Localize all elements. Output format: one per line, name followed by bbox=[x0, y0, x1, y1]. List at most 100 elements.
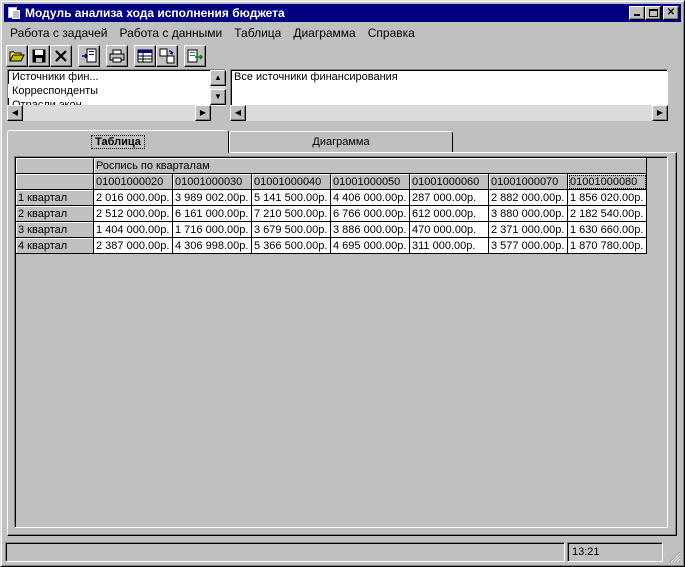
value-cell[interactable]: 5 141 500.00р. bbox=[251, 189, 331, 206]
group-header: Роспись по кварталам bbox=[93, 157, 647, 174]
list-item[interactable]: Корреспонденты bbox=[8, 84, 225, 98]
arrow-right-icon: ▶ bbox=[656, 108, 664, 117]
value-cell[interactable]: 1 404 000.00р. bbox=[93, 221, 173, 238]
selection-field[interactable]: Все источники финансирования bbox=[230, 69, 668, 106]
sources-hscroll[interactable]: ◀ ▶ bbox=[7, 105, 211, 121]
value-cell[interactable]: 5 366 500.00р. bbox=[251, 237, 331, 254]
value-cell[interactable]: 3 679 500.00р. bbox=[251, 221, 331, 238]
title-bar[interactable]: Модуль анализа хода исполнения бюджета ✕ bbox=[4, 4, 681, 22]
menu-data[interactable]: Работа с данными bbox=[113, 26, 228, 40]
scroll-left-button[interactable]: ◀ bbox=[230, 105, 246, 121]
selection-pane: Все источники финансирования ◀ ▶ bbox=[230, 69, 668, 121]
value-cell[interactable]: 6 766 000.00р. bbox=[330, 205, 410, 222]
tab-chart-label: Диаграмма bbox=[312, 136, 370, 148]
menu-bar: Работа с задачей Работа с данными Таблиц… bbox=[4, 23, 681, 42]
import-icon bbox=[82, 48, 97, 63]
pivot-button[interactable] bbox=[156, 45, 178, 67]
tab-table-label: Таблица bbox=[91, 135, 145, 149]
value-cell[interactable]: 287 000.00р. bbox=[409, 189, 489, 206]
status-time: 13:21 bbox=[567, 542, 663, 562]
value-cell[interactable]: 3 880 000.00р. bbox=[488, 205, 568, 222]
table-view-button[interactable] bbox=[134, 45, 156, 67]
value-cell[interactable]: 1 630 660.00р. bbox=[567, 221, 647, 238]
selection-value: Все источники финансирования bbox=[234, 71, 398, 83]
save-button[interactable] bbox=[28, 45, 50, 67]
close-button[interactable]: ✕ bbox=[663, 6, 679, 20]
arrow-left-icon: ◀ bbox=[11, 108, 19, 117]
value-cell[interactable]: 612 000.00р. bbox=[409, 205, 489, 222]
row-header[interactable]: 4 квартал bbox=[15, 237, 94, 254]
menu-chart[interactable]: Диаграмма bbox=[287, 26, 361, 40]
import-button[interactable] bbox=[78, 45, 100, 67]
menu-table[interactable]: Таблица bbox=[228, 26, 287, 40]
value-cell[interactable]: 2 512 000.00р. bbox=[93, 205, 173, 222]
table-row: 3 квартал 1 404 000.00р. 1 716 000.00р. … bbox=[15, 221, 647, 238]
row-header[interactable]: 3 квартал bbox=[15, 221, 94, 238]
scroll-right-button[interactable]: ▶ bbox=[195, 105, 211, 121]
value-cell[interactable]: 7 210 500.00р. bbox=[251, 205, 331, 222]
resize-grip-icon[interactable] bbox=[667, 549, 681, 563]
table-row: 4 квартал 2 387 000.00р. 4 306 998.00р. … bbox=[15, 237, 647, 254]
maximize-button[interactable] bbox=[645, 6, 661, 20]
minimize-button[interactable] bbox=[629, 6, 645, 20]
column-header[interactable]: 01001000040 bbox=[251, 173, 331, 190]
value-cell[interactable]: 1 870 780.00р. bbox=[567, 237, 647, 254]
row-header[interactable]: 2 квартал bbox=[15, 205, 94, 222]
value-cell[interactable]: 4 406 000.00р. bbox=[330, 189, 410, 206]
menu-help[interactable]: Справка bbox=[362, 26, 421, 40]
scroll-left-button[interactable]: ◀ bbox=[7, 105, 23, 121]
value-cell[interactable]: 1 856 020.00р. bbox=[567, 189, 647, 206]
row-header[interactable]: 1 квартал bbox=[15, 189, 94, 206]
value-cell[interactable]: 2 371 000.00р. bbox=[488, 221, 568, 238]
arrow-up-icon: ▲ bbox=[214, 73, 222, 82]
budget-table: Роспись по кварталам 01001000020 0100100… bbox=[15, 157, 647, 254]
close-icon: ✕ bbox=[666, 7, 676, 18]
column-header-row: 01001000020 01001000030 01001000040 0100… bbox=[15, 173, 647, 190]
print-icon bbox=[109, 49, 125, 63]
sources-vscroll[interactable]: ▲ ▼ bbox=[210, 70, 226, 105]
sources-pane: Источники фин... Корреспонденты Отрасли … bbox=[7, 69, 226, 121]
value-cell[interactable]: 4 695 000.00р. bbox=[330, 237, 410, 254]
value-cell[interactable]: 2 182 540.00р. bbox=[567, 205, 647, 222]
open-button[interactable] bbox=[6, 45, 28, 67]
column-header[interactable]: 01001000060 bbox=[409, 173, 489, 190]
value-cell[interactable]: 2 016 000.00р. bbox=[93, 189, 173, 206]
save-icon bbox=[32, 49, 46, 63]
column-header[interactable]: 01001000080 bbox=[567, 173, 647, 190]
value-cell[interactable]: 6 161 000.00р. bbox=[172, 205, 252, 222]
print-button[interactable] bbox=[106, 45, 128, 67]
arrow-left-icon: ◀ bbox=[234, 108, 242, 117]
data-grid[interactable]: Роспись по кварталам 01001000020 0100100… bbox=[14, 156, 668, 528]
tab-table[interactable]: Таблица bbox=[7, 130, 229, 153]
scroll-up-button[interactable]: ▲ bbox=[210, 70, 226, 86]
value-cell[interactable]: 4 306 998.00р. bbox=[172, 237, 252, 254]
close-x-icon bbox=[55, 50, 67, 62]
value-cell[interactable]: 3 989 002.00р. bbox=[172, 189, 252, 206]
value-cell[interactable]: 311 000.00р. bbox=[409, 237, 489, 254]
column-header[interactable]: 01001000050 bbox=[330, 173, 410, 190]
value-cell[interactable]: 2 387 000.00р. bbox=[93, 237, 173, 254]
corner-cell bbox=[15, 157, 94, 174]
value-cell[interactable]: 3 886 000.00р. bbox=[330, 221, 410, 238]
column-header[interactable]: 01001000030 bbox=[172, 173, 252, 190]
value-cell[interactable]: 3 577 000.00р. bbox=[488, 237, 568, 254]
export-button[interactable] bbox=[184, 45, 206, 67]
value-cell[interactable]: 470 000.00р. bbox=[409, 221, 489, 238]
menu-task[interactable]: Работа с задачей bbox=[4, 26, 113, 40]
delete-button[interactable] bbox=[50, 45, 72, 67]
value-cell[interactable]: 1 716 000.00р. bbox=[172, 221, 252, 238]
scroll-right-button[interactable]: ▶ bbox=[652, 105, 668, 121]
list-item[interactable]: Источники фин... bbox=[8, 70, 225, 84]
selection-hscroll[interactable]: ◀ ▶ bbox=[230, 105, 668, 121]
tab-chart[interactable]: Диаграмма bbox=[229, 131, 453, 152]
sources-list[interactable]: Источники фин... Корреспонденты Отрасли … bbox=[7, 69, 226, 106]
app-icon[interactable] bbox=[7, 6, 21, 20]
tab-strip: Таблица Диаграмма bbox=[7, 130, 677, 153]
value-cell[interactable]: 2 882 000.00р. bbox=[488, 189, 568, 206]
column-header[interactable]: 01001000020 bbox=[93, 173, 173, 190]
tab-panel: Роспись по кварталам 01001000020 0100100… bbox=[7, 152, 677, 536]
column-header[interactable]: 01001000070 bbox=[488, 173, 568, 190]
arrow-down-icon: ▼ bbox=[214, 92, 222, 101]
scroll-down-button[interactable]: ▼ bbox=[210, 89, 226, 105]
minimize-icon bbox=[634, 14, 640, 16]
